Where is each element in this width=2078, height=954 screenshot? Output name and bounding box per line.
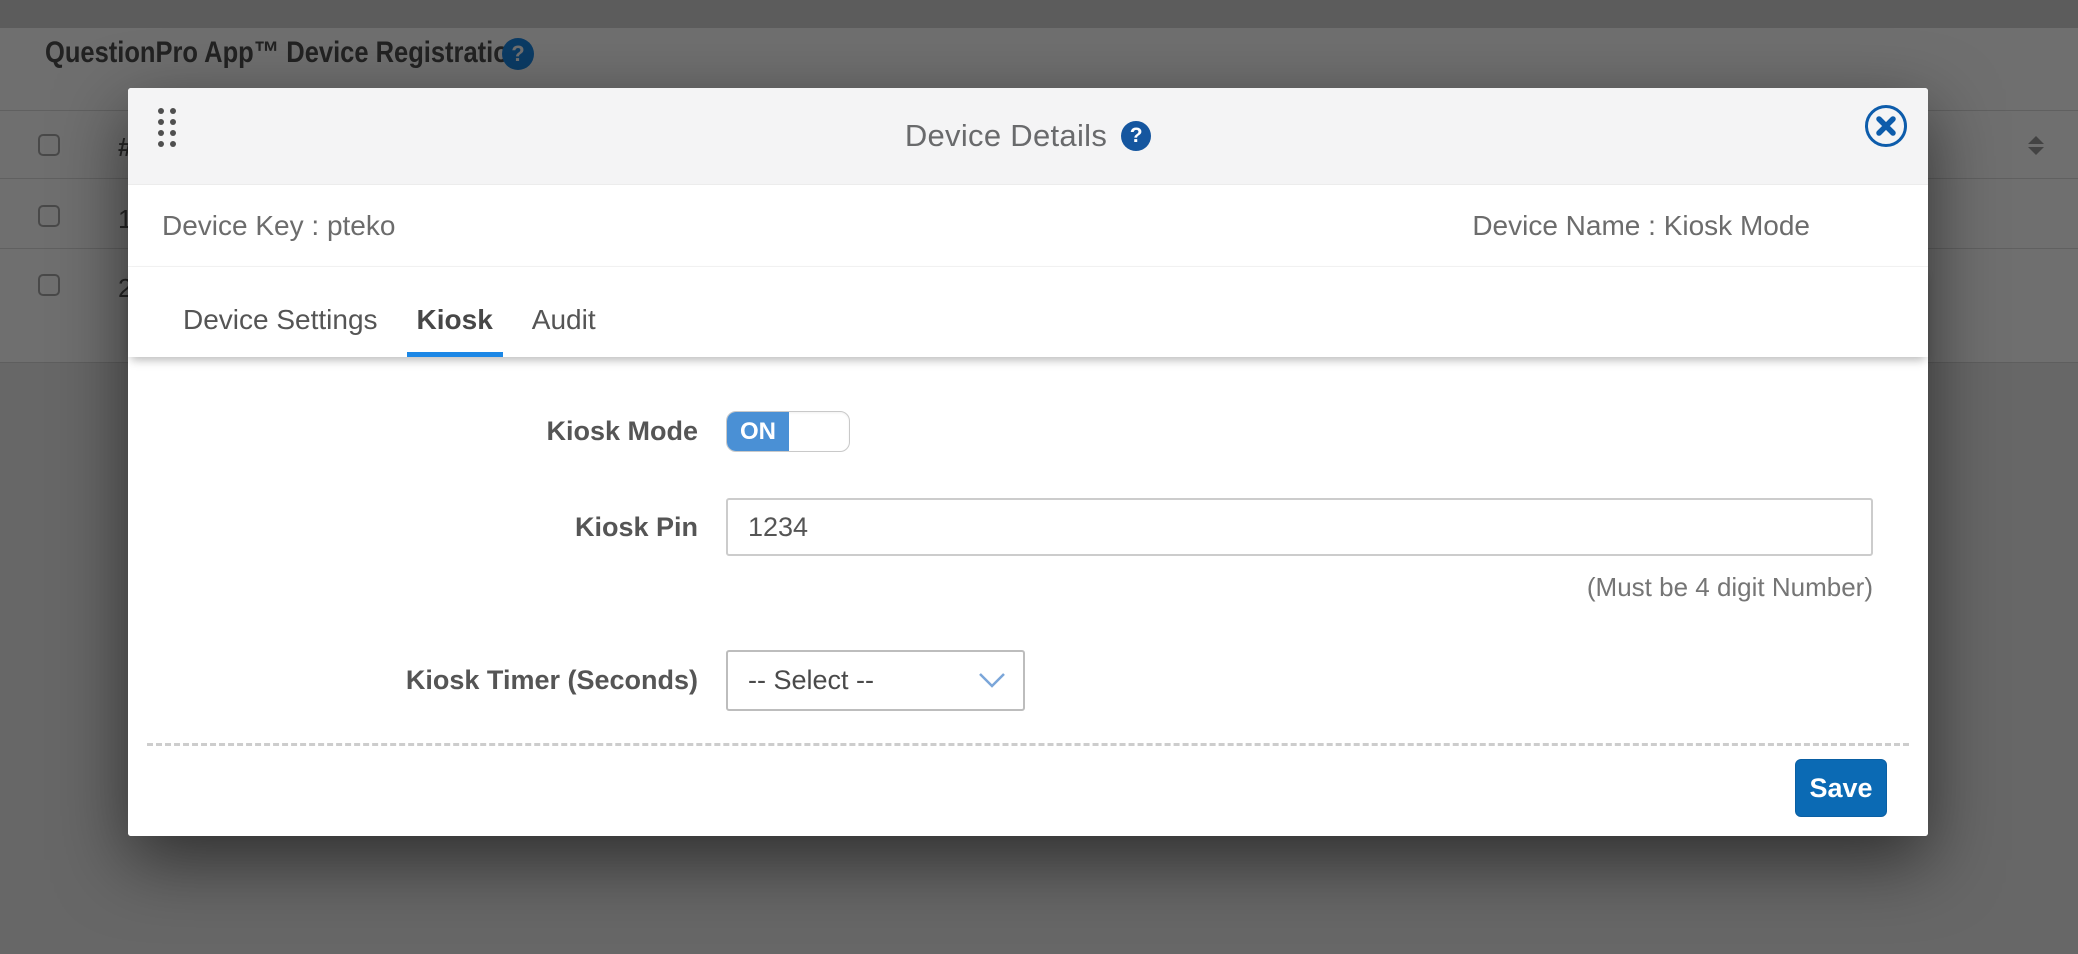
drag-handle-icon[interactable] [158,108,176,147]
tab-device-settings[interactable]: Device Settings [173,267,388,357]
tab-bar: Device Settings Kiosk Audit [128,267,1928,357]
modal-footer: Save [128,746,1928,817]
modal-help-icon[interactable]: ? [1121,121,1151,151]
kiosk-mode-toggle[interactable]: ON [726,411,850,452]
device-details-modal: Device Details ? Device Key : pteko Devi… [128,88,1928,836]
kiosk-pin-row: Kiosk Pin [128,498,1928,556]
chevron-down-icon [977,665,1007,696]
kiosk-timer-label: Kiosk Timer (Seconds) [128,665,698,696]
screen: QuestionPro App™ Device Registration ? #… [0,0,2078,954]
kiosk-timer-select[interactable]: -- Select -- [726,650,1025,711]
kiosk-mode-row: Kiosk Mode ON [128,357,1928,452]
device-info-row: Device Key : pteko Device Name : Kiosk M… [128,185,1928,267]
save-button[interactable]: Save [1795,759,1887,817]
modal-title: Device Details [905,118,1107,154]
kiosk-pin-input[interactable] [726,498,1873,556]
kiosk-mode-label: Kiosk Mode [128,416,698,447]
close-icon[interactable] [1864,104,1908,148]
tab-kiosk[interactable]: Kiosk [407,267,503,357]
modal-header: Device Details ? [128,88,1928,185]
kiosk-timer-row: Kiosk Timer (Seconds) -- Select -- [128,650,1928,711]
kiosk-timer-selected-value: -- Select -- [748,665,874,696]
kiosk-pin-label: Kiosk Pin [128,512,698,543]
toggle-on-segment: ON [727,412,789,451]
tab-audit[interactable]: Audit [522,267,606,357]
device-name-text: Device Name : Kiosk Mode [1472,210,1810,242]
kiosk-tab-panel: Kiosk Mode ON Kiosk Pin (Must be 4 digit… [128,357,1928,836]
kiosk-pin-hint: (Must be 4 digit Number) [128,572,1873,603]
device-key-text: Device Key : pteko [162,210,395,242]
